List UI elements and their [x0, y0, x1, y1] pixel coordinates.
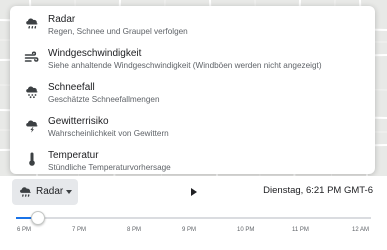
- play-button[interactable]: [186, 185, 202, 201]
- tick-label: 11 PM: [292, 227, 309, 233]
- menu-item-temperature[interactable]: Temperatur Stündliche Temperaturvorhersa…: [10, 146, 375, 178]
- tick-label: 8 PM: [127, 227, 142, 233]
- tick-label: 6 PM: [17, 227, 32, 233]
- thunder-cloud-icon: [26, 120, 38, 133]
- layer-select-label: Radar: [36, 186, 64, 197]
- tick-label: 10 PM: [237, 227, 255, 233]
- menu-item-wind-speed[interactable]: Windgeschwindigkeit Siehe anhaltende Win…: [10, 44, 375, 76]
- wind-icon: [24, 51, 39, 62]
- layer-select-button[interactable]: Radar: [12, 179, 78, 205]
- menu-item-title: Windgeschwindigkeit: [48, 48, 142, 59]
- timeline-ticks: 6 PM 7 PM 8 PM 9 PM 10 PM 11 PM 12 AM: [0, 226, 387, 238]
- menu-item-title: Temperatur: [48, 150, 99, 161]
- slider-thumb[interactable]: [31, 211, 45, 225]
- tick-label: 7 PM: [72, 227, 87, 233]
- caret-down-icon: [66, 190, 72, 194]
- menu-item-description: Stündliche Temperaturvorhersage: [48, 163, 171, 172]
- menu-item-snowfall[interactable]: Schneefall Geschätzte Schneefallmengen: [10, 78, 375, 110]
- radar-cloud-icon: [26, 18, 38, 29]
- timeline-slider[interactable]: [16, 211, 371, 225]
- menu-item-thunderstorm-risk[interactable]: Gewitterrisiko Wahrscheinlichkeit von Ge…: [10, 112, 375, 144]
- menu-item-description: Siehe anhaltende Windgeschwindigkeit (Wi…: [48, 61, 322, 70]
- snow-cloud-icon: [26, 86, 38, 99]
- radar-cloud-icon: [20, 187, 31, 197]
- menu-item-title: Gewitterrisiko: [48, 116, 109, 127]
- timeline-panel: Radar Dienstag, 6:21 PM GMT-6 6 PM 7 PM …: [0, 176, 387, 250]
- menu-item-description: Regen, Schnee und Graupel verfolgen: [48, 27, 188, 36]
- current-time-label: Dienstag, 6:21 PM GMT-6: [263, 185, 373, 196]
- menu-item-title: Schneefall: [48, 82, 95, 93]
- tick-label: 9 PM: [182, 227, 197, 233]
- tick-label: 12 AM: [352, 227, 370, 233]
- menu-item-description: Wahrscheinlichkeit von Gewittern: [48, 129, 169, 138]
- menu-item-radar[interactable]: Radar Regen, Schnee und Graupel verfolge…: [10, 10, 375, 42]
- slider-track: [16, 217, 371, 219]
- menu-item-description: Geschätzte Schneefallmengen: [48, 95, 160, 104]
- layer-menu: Radar Regen, Schnee und Graupel verfolge…: [10, 6, 375, 174]
- thermometer-icon: [29, 152, 35, 166]
- play-icon: [191, 188, 197, 196]
- menu-item-title: Radar: [48, 14, 76, 25]
